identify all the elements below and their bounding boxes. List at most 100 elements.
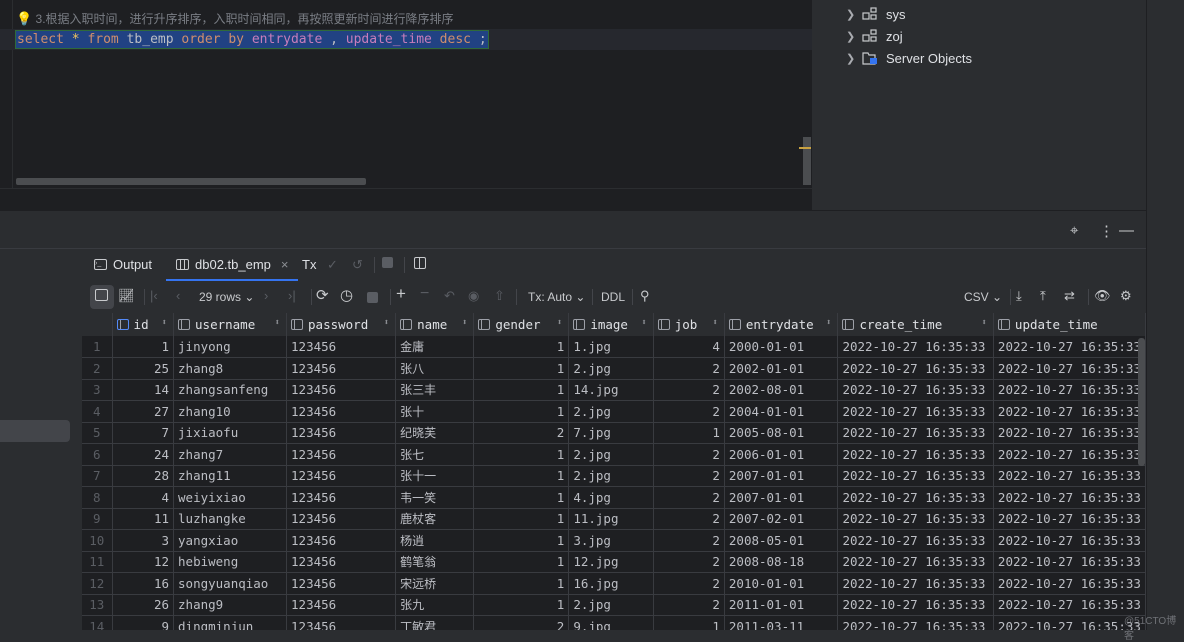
cell-create-time[interactable]: 2022-10-27 16:35:33 [837, 422, 994, 444]
table-row[interactable]: 12 16 songyuanqiao 123456 宋远桥 1 16.jpg 2 2010-01… [82, 572, 1146, 595]
sort-icon[interactable]: ⬍ [712, 318, 717, 328]
cell-name[interactable]: 张七 [395, 443, 475, 466]
download-icon[interactable]: ⤓ [1016, 288, 1022, 304]
cell-image[interactable]: 2.jpg [568, 400, 654, 423]
cell-password[interactable]: 123456 [286, 465, 397, 487]
cell-update-time[interactable]: 2022-10-27 16:35:33 [993, 615, 1146, 630]
table-row[interactable]: 14 9 dingminjun 123456 丁敏君 2 9.jpg 1 2011-03-11 2… [82, 615, 1146, 630]
row-number[interactable]: 13 [82, 594, 113, 616]
cell-create-time[interactable]: 2022-10-27 16:35:33 [837, 615, 994, 630]
tx-mode-dropdown[interactable]: Tx: Auto ⌄ [528, 290, 585, 304]
cell-name[interactable]: 鹤笔翁 [395, 551, 475, 573]
next-page-icon[interactable]: › [264, 288, 268, 303]
cell-entrydate[interactable]: 2002-08-01 [724, 379, 839, 401]
cell-id[interactable]: 16 [112, 572, 175, 595]
column-header-update-time[interactable]: update_time [993, 313, 1146, 336]
refresh-icon[interactable]: ⟳ [316, 286, 329, 304]
cell-entrydate[interactable]: 2007-02-01 [724, 508, 839, 530]
cell-gender[interactable]: 2 [473, 422, 570, 444]
cell-job[interactable]: 1 [653, 615, 725, 630]
row-number[interactable]: 1 [82, 336, 113, 358]
cell-name[interactable]: 张十一 [395, 465, 475, 487]
row-number[interactable]: 9 [82, 508, 113, 530]
cell-image[interactable]: 12.jpg [568, 551, 654, 573]
cell-username[interactable]: zhang9 [173, 594, 288, 616]
cell-job[interactable]: 2 [653, 508, 725, 530]
cell-create-time[interactable]: 2022-10-27 16:35:33 [837, 400, 994, 423]
cell-update-time[interactable]: 2022-10-27 16:35:33 [993, 529, 1146, 552]
row-number[interactable]: 2 [82, 357, 113, 380]
export-format-dropdown[interactable]: CSV ⌄ [964, 290, 1002, 304]
editor-horizontal-scrollbar[interactable] [16, 178, 366, 185]
cell-id[interactable]: 24 [112, 443, 175, 466]
cell-update-time[interactable]: 2022-10-27 16:35:33 [993, 551, 1146, 573]
chevron-right-icon[interactable]: ❯ [846, 52, 862, 65]
cell-create-time[interactable]: 2022-10-27 16:35:33 [837, 572, 994, 595]
sort-icon[interactable]: ⬍ [384, 318, 389, 328]
cell-image[interactable]: 7.jpg [568, 422, 654, 444]
cell-password[interactable]: 123456 [286, 615, 397, 630]
tree-item-sys[interactable]: ❯ sys [846, 4, 906, 24]
first-page-icon[interactable]: |‹ [150, 288, 158, 303]
pin-icon[interactable]: ⚲ [640, 288, 650, 304]
grid-vertical-scrollbar[interactable] [1138, 338, 1145, 466]
cell-entrydate[interactable]: 2005-08-01 [724, 422, 839, 444]
close-icon[interactable]: × [281, 257, 289, 272]
sort-icon[interactable]: ⬍ [982, 318, 987, 328]
table-row[interactable]: 1 1 jinyong 123456 金庸 1 1.jpg 4 2000-01-01 2022-1… [82, 336, 1146, 358]
cell-image[interactable]: 2.jpg [568, 443, 654, 466]
chart-view-icon[interactable]: 📈︎ [118, 288, 135, 304]
add-row-icon[interactable]: + [396, 284, 406, 304]
cell-update-time[interactable]: 2022-10-27 16:35:33 [993, 400, 1146, 423]
sort-icon[interactable]: ⬍ [826, 318, 831, 328]
cell-id[interactable]: 26 [112, 594, 175, 616]
cell-entrydate[interactable]: 2010-01-01 [724, 572, 839, 595]
cell-gender[interactable]: 1 [473, 336, 570, 358]
cell-image[interactable]: 9.jpg [568, 615, 654, 630]
row-number[interactable]: 10 [82, 529, 113, 552]
cell-username[interactable]: jinyong [173, 336, 288, 358]
cell-image[interactable]: 16.jpg [568, 572, 654, 595]
submit-icon[interactable]: ⇧ [494, 288, 505, 304]
editor-vertical-scrollbar[interactable] [803, 137, 811, 185]
cell-create-time[interactable]: 2022-10-27 16:35:33 [837, 551, 994, 573]
cell-name[interactable]: 宋远桥 [395, 572, 475, 595]
cell-gender[interactable]: 1 [473, 486, 570, 509]
sql-editor[interactable]: 💡 3.根据入职时间，进行升序排序，入职时间相同，再按照更新时间进行降序排序 s… [0, 0, 812, 188]
cell-username[interactable]: songyuanqiao [173, 572, 288, 595]
cell-gender[interactable]: 1 [473, 443, 570, 466]
cell-job[interactable]: 2 [653, 486, 725, 509]
cell-entrydate[interactable]: 2006-01-01 [724, 443, 839, 466]
cell-gender[interactable]: 1 [473, 508, 570, 530]
cell-username[interactable]: hebiweng [173, 551, 288, 573]
cell-create-time[interactable]: 2022-10-27 16:35:33 [837, 336, 994, 358]
cell-name[interactable]: 鹿杖客 [395, 508, 475, 530]
column-header-entrydate[interactable]: entrydate ⬍ [724, 313, 839, 336]
cell-gender[interactable]: 1 [473, 400, 570, 423]
column-header-password[interactable]: password ⬍ [286, 313, 397, 336]
cell-create-time[interactable]: 2022-10-27 16:35:33 [837, 379, 994, 401]
selected-service-item[interactable] [0, 420, 70, 442]
cell-create-time[interactable]: 2022-10-27 16:35:33 [837, 486, 994, 509]
cell-update-time[interactable]: 2022-10-27 16:35:33 [993, 572, 1146, 595]
column-header-name[interactable]: name ⬍ [395, 313, 475, 336]
cell-id[interactable]: 28 [112, 465, 175, 487]
cell-update-time[interactable]: 2022-10-27 16:35:33 [993, 508, 1146, 530]
column-header-username[interactable]: username ⬍ [173, 313, 288, 336]
cell-id[interactable]: 27 [112, 400, 175, 423]
row-number[interactable]: 14 [82, 615, 113, 630]
cell-password[interactable]: 123456 [286, 551, 397, 573]
cell-username[interactable]: jixiaofu [173, 422, 288, 444]
cell-image[interactable]: 3.jpg [568, 529, 654, 552]
cell-username[interactable]: dingminjun [173, 615, 288, 630]
cell-password[interactable]: 123456 [286, 508, 397, 530]
table-row[interactable]: 3 14 zhangsanfeng 123456 张三丰 1 14.jpg 2 2002-08-… [82, 379, 1146, 401]
cell-entrydate[interactable]: 2008-08-18 [724, 551, 839, 573]
rollback-icon[interactable]: ↺ [352, 257, 363, 273]
sort-icon[interactable]: ⬍ [275, 318, 280, 328]
cell-job[interactable]: 2 [653, 400, 725, 423]
cell-id[interactable]: 3 [112, 529, 175, 552]
history-icon[interactable]: ◷ [340, 286, 353, 304]
cell-username[interactable]: zhang10 [173, 400, 288, 423]
tx-button[interactable]: Tx [302, 257, 316, 272]
